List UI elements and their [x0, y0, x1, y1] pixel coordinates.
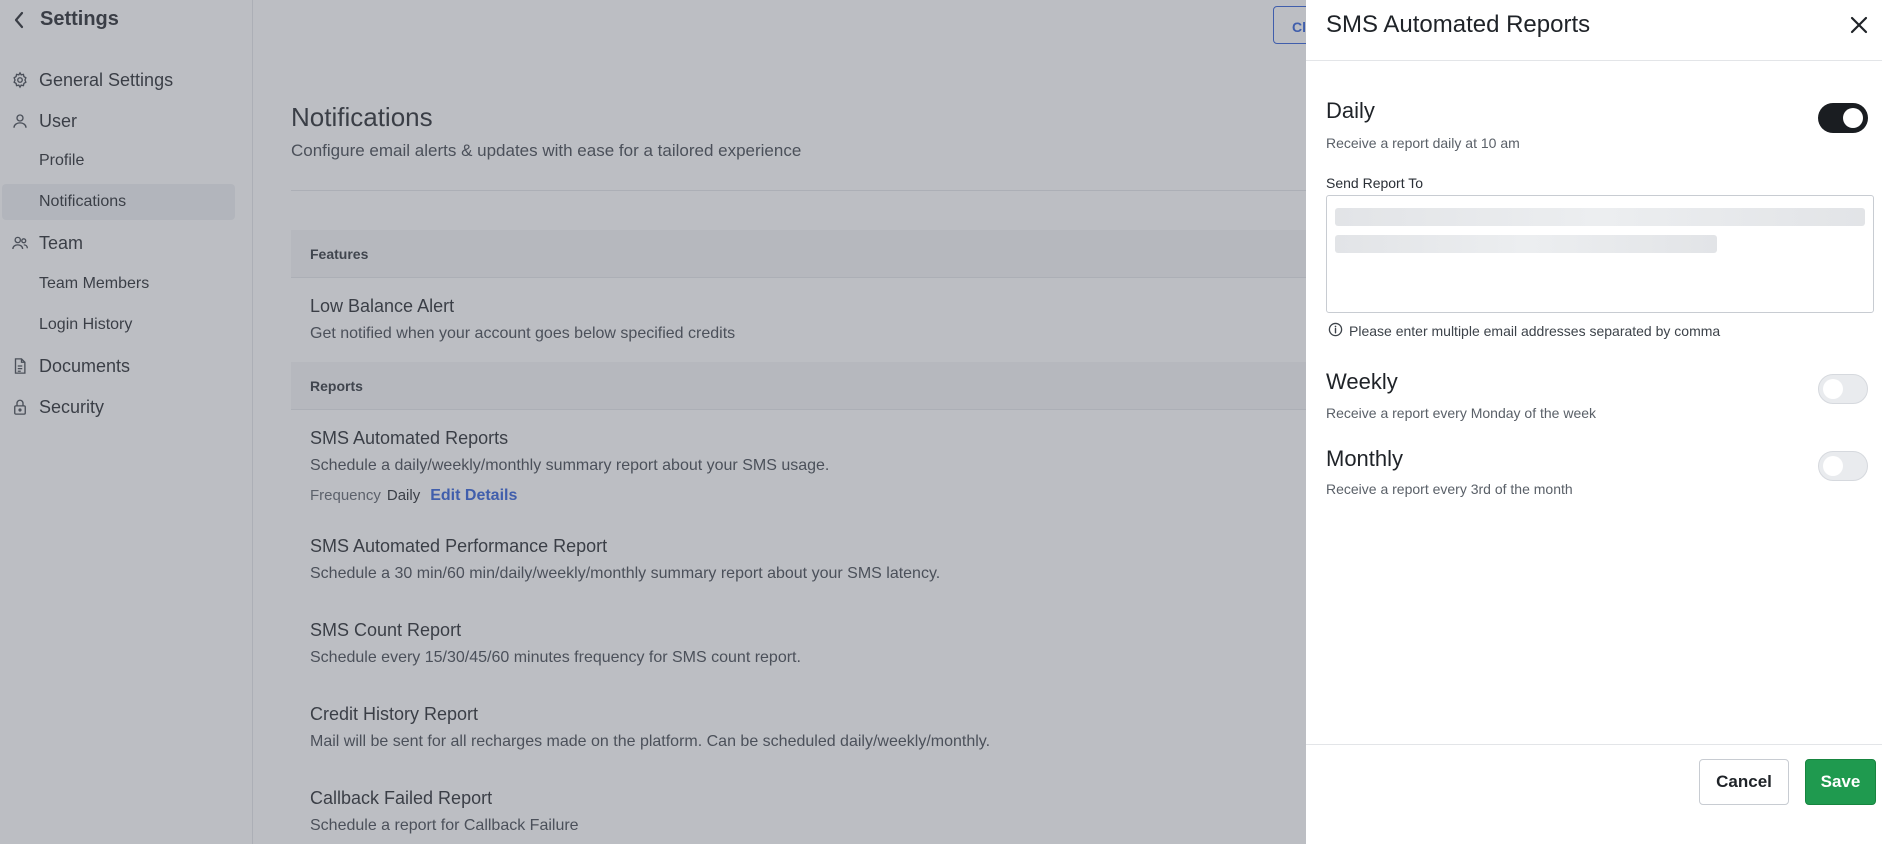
daily-toggle[interactable]	[1818, 103, 1868, 133]
sms-reports-drawer: SMS Automated Reports Daily Receive a re…	[1306, 0, 1882, 844]
footer-divider	[1306, 744, 1882, 745]
toggle-knob	[1823, 379, 1843, 399]
toggle-knob	[1823, 456, 1843, 476]
weekly-description: Receive a report every Monday of the wee…	[1326, 405, 1597, 421]
drawer-title: SMS Automated Reports	[1326, 11, 1591, 38]
send-report-to-label: Send Report To	[1326, 175, 1424, 191]
monthly-description: Receive a report every 3rd of the month	[1326, 481, 1573, 497]
weekly-toggle[interactable]	[1818, 374, 1868, 404]
weekly-title: Weekly	[1326, 369, 1398, 394]
drawer-divider	[1306, 60, 1882, 61]
modal-backdrop[interactable]	[0, 0, 1306, 844]
redacted-email-line	[1335, 208, 1865, 226]
redacted-email-line	[1335, 235, 1717, 253]
save-button[interactable]: Save	[1805, 759, 1876, 805]
cancel-button[interactable]: Cancel	[1699, 759, 1789, 805]
toggle-knob	[1843, 108, 1863, 128]
daily-description: Receive a report daily at 10 am	[1326, 135, 1520, 151]
send-report-to-textarea[interactable]	[1326, 195, 1874, 313]
hint-text: Please enter multiple email addresses se…	[1349, 323, 1721, 339]
info-icon	[1328, 322, 1343, 340]
daily-title: Daily	[1326, 98, 1375, 123]
email-hint: Please enter multiple email addresses se…	[1328, 322, 1720, 340]
monthly-title: Monthly	[1326, 446, 1404, 471]
close-icon[interactable]	[1848, 14, 1870, 36]
monthly-toggle[interactable]	[1818, 451, 1868, 481]
